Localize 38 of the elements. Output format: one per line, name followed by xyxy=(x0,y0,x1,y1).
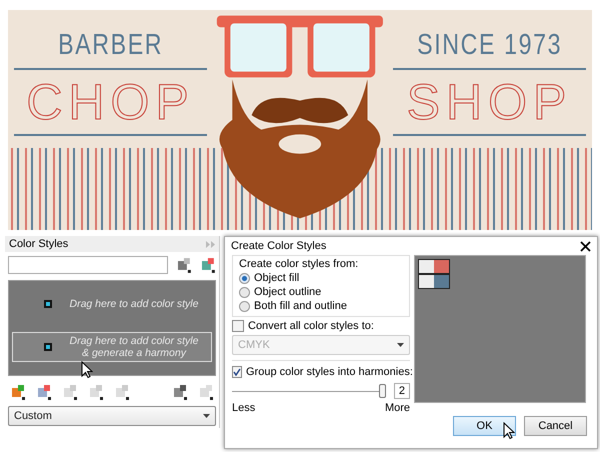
radio-button[interactable] xyxy=(239,286,250,298)
banner-title: CHOP xyxy=(26,76,195,128)
banner-text: SINCE 1973 xyxy=(416,28,562,62)
banner-text: BARBER xyxy=(58,28,164,62)
group-label: Create color styles from: xyxy=(239,258,360,270)
checkbox[interactable] xyxy=(232,320,244,332)
slider-max-label: More xyxy=(384,402,410,414)
check-icon xyxy=(233,368,241,376)
radio-label: Object fill xyxy=(254,272,300,284)
color-swatch[interactable] xyxy=(418,259,450,274)
slider-value: 2 xyxy=(394,383,410,399)
checkbox[interactable] xyxy=(232,366,242,378)
radio-label: Both fill and outline xyxy=(254,300,347,312)
drop-area[interactable]: Drag here to add color style Drag here to add color style & generate a harmony xyxy=(8,280,216,376)
checkbox-label: Group color styles into harmonies: xyxy=(246,366,413,378)
dialog-title: Create Color Styles xyxy=(231,240,326,252)
mouse-cursor-icon xyxy=(81,361,93,379)
close-icon[interactable] xyxy=(580,240,591,252)
radio-button[interactable] xyxy=(239,300,250,312)
panel-title: Color Styles xyxy=(9,238,68,250)
slider-min-label: Less xyxy=(232,402,256,414)
checkbox-label: Convert all color styles to: xyxy=(248,320,374,332)
caret-icon xyxy=(203,414,210,418)
drop-zone[interactable]: Drag here to add color style xyxy=(12,294,212,312)
color-style-icon xyxy=(43,298,53,310)
dialog-button[interactable]: OK xyxy=(453,416,516,436)
caret-icon xyxy=(397,343,404,347)
color-swatch[interactable] xyxy=(418,274,450,289)
drop-zone[interactable]: Drag here to add color style & generate a harmony xyxy=(12,332,212,362)
radio-button[interactable] xyxy=(239,272,250,284)
radio-label: Object outline xyxy=(254,286,322,298)
dropdown[interactable]: Custom xyxy=(8,406,216,426)
search-field[interactable] xyxy=(8,256,168,274)
slider-thumb[interactable] xyxy=(378,384,386,398)
color-style-icon xyxy=(43,340,53,352)
banner-title: SHOP xyxy=(406,76,572,128)
dialog-button[interactable]: Cancel xyxy=(524,416,587,436)
mouse-cursor-icon xyxy=(503,422,515,440)
